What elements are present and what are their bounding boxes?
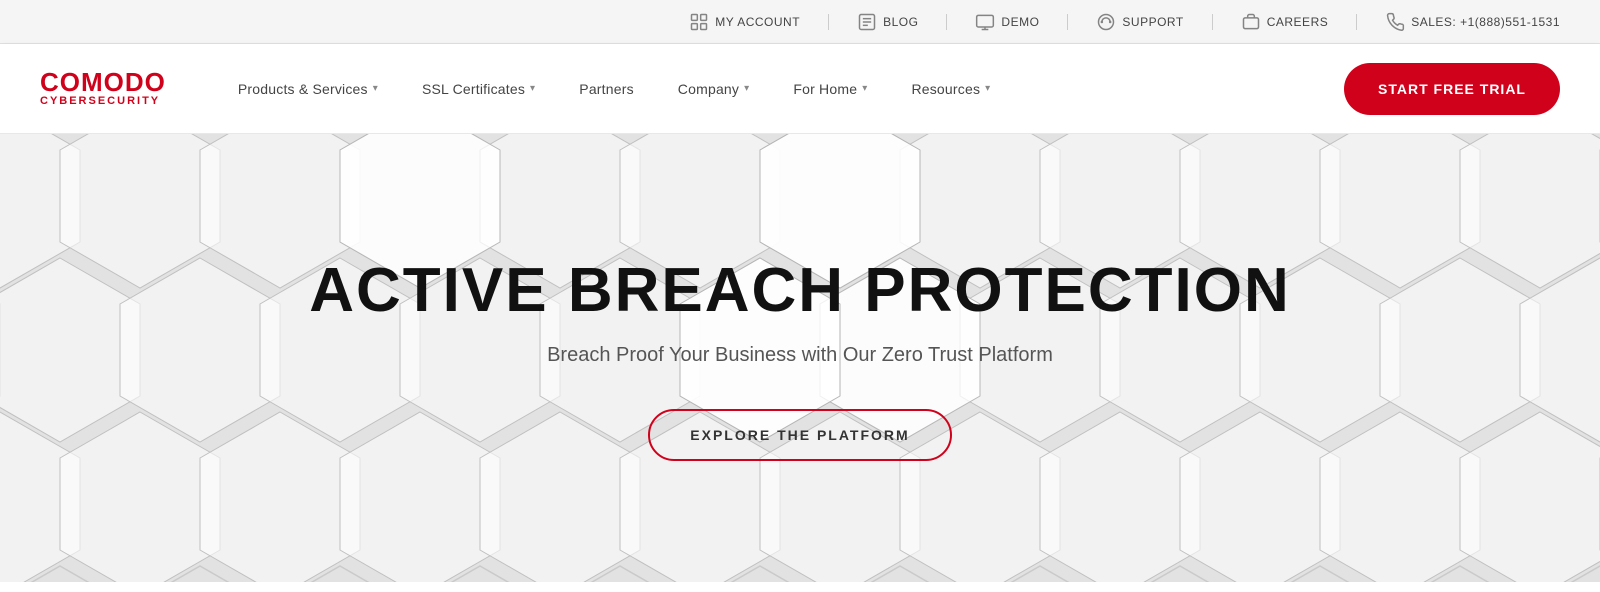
phone-icon bbox=[1385, 12, 1405, 32]
topbar-blog[interactable]: BLOG bbox=[857, 12, 918, 32]
blog-icon bbox=[857, 12, 877, 32]
chevron-down-icon: ▾ bbox=[530, 83, 535, 94]
support-icon bbox=[1096, 12, 1116, 32]
demo-icon bbox=[975, 12, 995, 32]
divider bbox=[1356, 14, 1357, 30]
logo[interactable]: COMODO CYBERSECURITY bbox=[40, 69, 166, 108]
nav-for-home[interactable]: For Home ▾ bbox=[771, 44, 889, 134]
careers-icon bbox=[1241, 12, 1261, 32]
topbar-support[interactable]: SUPPORT bbox=[1096, 12, 1183, 32]
main-nav: COMODO CYBERSECURITY Products & Services… bbox=[0, 44, 1600, 134]
nav-company[interactable]: Company ▾ bbox=[656, 44, 772, 134]
topbar-careers[interactable]: CAREERS bbox=[1241, 12, 1329, 32]
chevron-down-icon: ▾ bbox=[373, 83, 378, 94]
logo-comodo: COMODO bbox=[40, 69, 166, 95]
hero-title: ACTIVE BREACH PROTECTION bbox=[309, 255, 1290, 326]
logo-cybersecurity: CYBERSECURITY bbox=[40, 95, 166, 108]
topbar-my-account[interactable]: MY ACCOUNT bbox=[689, 12, 800, 32]
chevron-down-icon: ▾ bbox=[744, 83, 749, 94]
nav-products[interactable]: Products & Services ▾ bbox=[216, 44, 400, 134]
nav-links: Products & Services ▾ SSL Certificates ▾… bbox=[216, 44, 1344, 134]
account-icon bbox=[689, 12, 709, 32]
chevron-down-icon: ▾ bbox=[862, 83, 867, 94]
explore-platform-button[interactable]: EXPLORE THE PLATFORM bbox=[648, 409, 951, 461]
divider bbox=[1067, 14, 1068, 30]
hero-section: ACTIVE BREACH PROTECTION Breach Proof Yo… bbox=[0, 134, 1600, 582]
divider bbox=[1212, 14, 1213, 30]
topbar-sales[interactable]: SALES: +1(888)551-1531 bbox=[1385, 12, 1560, 32]
divider bbox=[828, 14, 829, 30]
nav-ssl[interactable]: SSL Certificates ▾ bbox=[400, 44, 557, 134]
chevron-down-icon: ▾ bbox=[985, 83, 990, 94]
hero-content: ACTIVE BREACH PROTECTION Breach Proof Yo… bbox=[309, 255, 1290, 461]
topbar-demo[interactable]: DEMO bbox=[975, 12, 1039, 32]
hero-subtitle: Breach Proof Your Business with Our Zero… bbox=[309, 344, 1290, 367]
start-free-trial-button[interactable]: START FREE TRIAL bbox=[1344, 63, 1560, 115]
top-bar: MY ACCOUNT BLOG DEMO SUPPORT CAREERS bbox=[0, 0, 1600, 44]
nav-partners[interactable]: Partners bbox=[557, 44, 656, 134]
nav-resources[interactable]: Resources ▾ bbox=[889, 44, 1012, 134]
divider bbox=[946, 14, 947, 30]
